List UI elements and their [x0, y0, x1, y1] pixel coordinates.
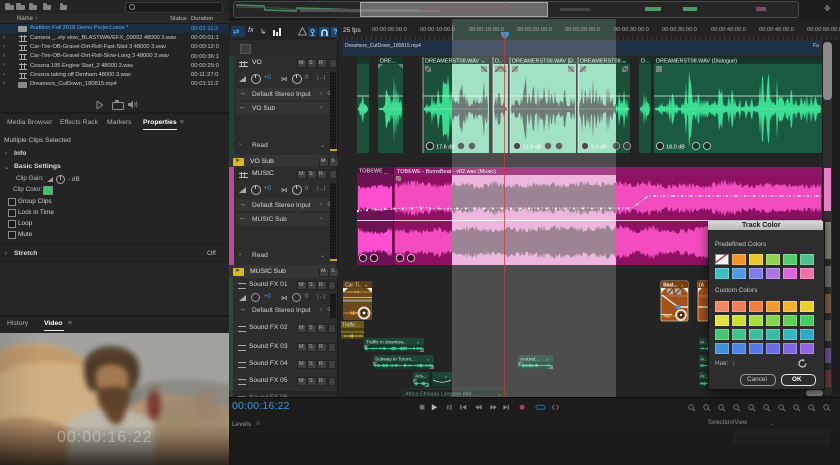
- svg-text:Ar..: Ar..: [700, 340, 707, 345]
- svg-text:Car-Ti..: Car-Ti..: [345, 283, 361, 289]
- svg-text:⌄: ⌄: [421, 374, 425, 379]
- svg-text:(A: (A: [699, 283, 705, 289]
- svg-text:⌄: ⌄: [426, 357, 430, 362]
- svg-text:Ar..: Ar..: [700, 357, 707, 362]
- svg-text:Traffic ..: Traffic ..: [342, 323, 360, 329]
- svg-text:Ar..: Ar..: [700, 374, 707, 379]
- svg-text:⌄: ⌄: [416, 340, 420, 345]
- svg-text:⌄: ⌄: [444, 374, 448, 379]
- svg-text:Traffic in downtow..: Traffic in downtow..: [366, 340, 406, 345]
- svg-text:D...: D...: [641, 59, 650, 65]
- svg-text:DRE...: DRE...: [380, 59, 397, 65]
- svg-text:Skat...: Skat...: [663, 283, 678, 289]
- svg-text:TOBEWE _: TOBEWE _: [359, 169, 388, 175]
- svg-text:Subway in Toront...: Subway in Toront...: [375, 357, 415, 362]
- svg-text:18.0 dB: 18.0 dB: [666, 145, 685, 151]
- svg-text:⌄: ⌄: [622, 59, 627, 65]
- svg-text:DREAMERST08.WAV (Dialogue): DREAMERST08.WAV (Dialogue): [656, 59, 737, 65]
- svg-text:⌄: ⌄: [364, 283, 368, 289]
- svg-text:Fa: Fa: [813, 43, 819, 49]
- svg-text:⌄: ⌄: [680, 283, 684, 289]
- svg-text:Dreamers_CutDown_180815.mp4: Dreamers_CutDown_180815.mp4: [345, 43, 421, 49]
